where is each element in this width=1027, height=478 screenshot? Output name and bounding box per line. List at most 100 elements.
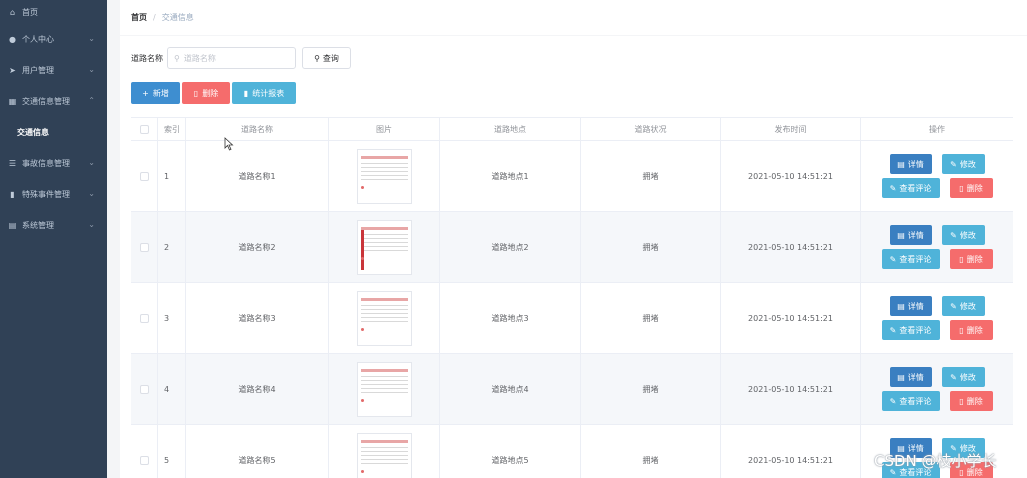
view-comments-button-label: 查看评论 xyxy=(899,325,932,335)
view-comments-button[interactable]: ✎ 查看评论 xyxy=(881,391,940,411)
search-input[interactable]: ⚲ 道路名称 xyxy=(167,47,296,69)
row-checkbox[interactable] xyxy=(139,455,149,465)
row-index: 3 xyxy=(158,283,186,353)
sidebar-item-label: 特殊事件管理 xyxy=(22,190,70,199)
header-location: 道路地点 xyxy=(440,118,581,140)
query-button[interactable]: ⚲ 查询 xyxy=(302,47,351,69)
header-status: 道路状况 xyxy=(581,118,721,140)
sidebar-item-home[interactable]: ⌂ 首页 xyxy=(0,0,107,24)
list-icon: ☰ xyxy=(8,159,17,168)
row-select-cell xyxy=(131,425,158,478)
edit-button-label: 修改 xyxy=(959,230,976,240)
header-time: 发布时间 xyxy=(721,118,861,140)
sidebar-item-traffic-management[interactable]: ▦ 交通信息管理 ⌃ xyxy=(0,86,107,117)
chevron-down-icon: ⌄ xyxy=(88,189,95,198)
edit-button[interactable]: ✎ 修改 xyxy=(941,225,985,245)
row-delete-button[interactable]: ▯ 删除 xyxy=(949,178,993,198)
row-checkbox[interactable] xyxy=(139,384,149,394)
road-image-thumbnail[interactable] xyxy=(356,432,412,478)
header-image: 图片 xyxy=(329,118,440,140)
toolbar: + 新增 ▯ 删除 ▮ 统计报表 xyxy=(131,82,298,104)
row-time: 2021-05-10 14:51:21 xyxy=(721,141,861,211)
row-delete-button-label: 删除 xyxy=(966,183,983,193)
row-actions: ▤ 详情 ✎ 修改 ✎ 查看评论 ▯ 删除 xyxy=(861,354,1013,424)
sidebar-item-system[interactable]: ▤ 系统管理 ⌄ xyxy=(0,210,107,241)
row-image-cell xyxy=(329,354,440,424)
row-road-name: 道路名称5 xyxy=(186,425,329,478)
sidebar-item-profile[interactable]: ● 个人中心 ⌄ xyxy=(0,24,107,55)
detail-button-label: 详情 xyxy=(907,159,924,169)
row-delete-button-label: 删除 xyxy=(966,325,983,335)
row-image-cell xyxy=(329,425,440,478)
add-button-label: 新增 xyxy=(152,88,169,98)
search-icon: ⚲ xyxy=(314,53,320,63)
table-row: 2 道路名称2 道路地点2 拥堵 2021-05-10 14:51:21 ▤ 详情… xyxy=(131,212,1013,283)
detail-button-label: 详情 xyxy=(907,230,924,240)
edit-button-label: 修改 xyxy=(959,301,976,311)
edit-icon: ✎ xyxy=(950,301,957,311)
detail-button[interactable]: ▤ 详情 xyxy=(889,225,932,245)
row-actions: ▤ 详情 ✎ 修改 ✎ 查看评论 ▯ 删除 xyxy=(861,212,1013,282)
view-comments-button[interactable]: ✎ 查看评论 xyxy=(881,178,940,198)
row-checkbox[interactable] xyxy=(139,171,149,181)
trash-icon: ▯ xyxy=(193,88,199,98)
edit-button[interactable]: ✎ 修改 xyxy=(941,296,985,316)
row-road-name: 道路名称1 xyxy=(186,141,329,211)
query-button-label: 查询 xyxy=(322,53,339,63)
row-location: 道路地点3 xyxy=(440,283,581,353)
report-button[interactable]: ▮ 统计报表 xyxy=(232,82,296,104)
add-button[interactable]: + 新增 xyxy=(131,82,180,104)
edit-button[interactable]: ✎ 修改 xyxy=(941,367,985,387)
table-header: 索引 道路名称 图片 道路地点 道路状况 发布时间 操作 xyxy=(131,117,1013,141)
road-image-thumbnail[interactable] xyxy=(356,148,412,204)
search-icon: ⚲ xyxy=(174,53,180,63)
table-row: 3 道路名称3 道路地点3 拥堵 2021-05-10 14:51:21 ▤ 详情… xyxy=(131,283,1013,354)
mouse-cursor-icon xyxy=(224,137,234,151)
detail-button[interactable]: ▤ 详情 xyxy=(889,367,932,387)
sidebar-item-accident-management[interactable]: ☰ 事故信息管理 ⌄ xyxy=(0,148,107,179)
trash-icon: ▯ xyxy=(959,396,964,406)
document-icon: ▤ xyxy=(897,230,905,240)
detail-button[interactable]: ▤ 详情 xyxy=(889,296,932,316)
trash-icon: ▯ xyxy=(959,254,964,264)
header-name: 道路名称 xyxy=(186,118,329,140)
row-delete-button[interactable]: ▯ 删除 xyxy=(949,249,993,269)
edit-icon: ✎ xyxy=(950,159,957,169)
search-placeholder: 道路名称 xyxy=(183,53,216,63)
row-actions: ▤ 详情 ✎ 修改 ✎ 查看评论 ▯ 删除 xyxy=(861,141,1013,211)
edit-button[interactable]: ✎ 修改 xyxy=(941,154,985,174)
row-checkbox[interactable] xyxy=(139,242,149,252)
row-road-name: 道路名称4 xyxy=(186,354,329,424)
bar-chart-icon: ▮ xyxy=(243,88,249,98)
road-image-thumbnail[interactable] xyxy=(356,290,412,346)
row-index: 2 xyxy=(158,212,186,282)
view-comments-button[interactable]: ✎ 查看评论 xyxy=(881,249,940,269)
table-body: 1 道路名称1 道路地点1 拥堵 2021-05-10 14:51:21 ▤ 详情… xyxy=(131,141,1013,478)
row-time: 2021-05-10 14:51:21 xyxy=(721,425,861,478)
road-image-thumbnail[interactable] xyxy=(356,361,412,417)
row-status: 拥堵 xyxy=(581,141,721,211)
select-all-checkbox[interactable] xyxy=(139,124,149,134)
delete-button[interactable]: ▯ 删除 xyxy=(182,82,230,104)
sidebar-item-label: 首页 xyxy=(22,7,38,17)
breadcrumb-home[interactable]: 首页 xyxy=(131,12,147,23)
row-road-name: 道路名称3 xyxy=(186,283,329,353)
row-image-cell xyxy=(329,212,440,282)
row-index: 5 xyxy=(158,425,186,478)
sidebar-item-traffic-info[interactable]: 交通信息 xyxy=(0,117,107,148)
sidebar-item-users[interactable]: ➤ 用户管理 ⌄ xyxy=(0,55,107,86)
view-comments-button[interactable]: ✎ 查看评论 xyxy=(881,320,940,340)
row-checkbox[interactable] xyxy=(139,313,149,323)
breadcrumb-current: 交通信息 xyxy=(161,13,194,22)
bar-chart-icon: ▮ xyxy=(10,190,15,199)
edit-button-label: 修改 xyxy=(959,159,976,169)
sidebar-item-special-events[interactable]: ▮ 特殊事件管理 ⌄ xyxy=(0,179,107,210)
road-image-thumbnail[interactable] xyxy=(356,219,412,275)
sidebar-item-label: 用户管理 xyxy=(22,66,54,75)
detail-button[interactable]: ▤ 详情 xyxy=(889,154,932,174)
row-select-cell xyxy=(131,354,158,424)
view-comments-button-label: 查看评论 xyxy=(899,254,932,264)
row-delete-button[interactable]: ▯ 删除 xyxy=(949,391,993,411)
row-delete-button[interactable]: ▯ 删除 xyxy=(949,320,993,340)
sidebar-item-label: 交通信息 xyxy=(17,128,49,137)
